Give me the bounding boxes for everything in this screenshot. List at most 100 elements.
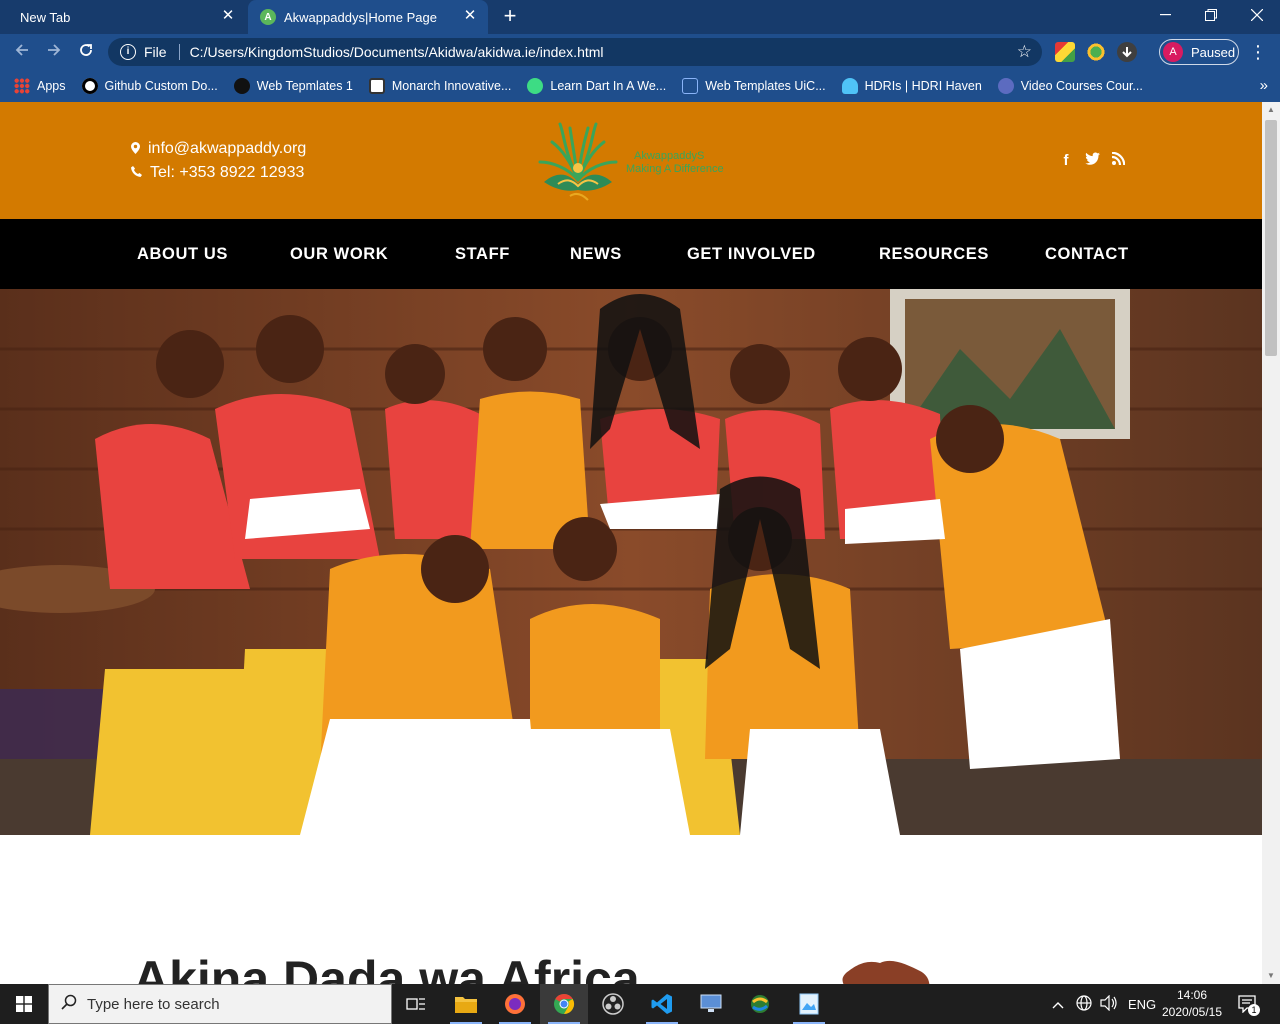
search-placeholder: Type here to search bbox=[87, 995, 220, 1013]
logo-name: AkwappaddyS bbox=[634, 150, 705, 162]
profile-button[interactable]: A Paused bbox=[1159, 39, 1239, 65]
task-view-icon bbox=[406, 998, 425, 1010]
nav-our-work[interactable]: OUR WORK bbox=[290, 245, 388, 264]
url-text[interactable]: C:/Users/KingdomStudios/Documents/Akidwa… bbox=[190, 44, 604, 60]
minimize-button[interactable] bbox=[1142, 0, 1188, 30]
browser-toolbar: i File C:/Users/KingdomStudios/Documents… bbox=[0, 34, 1280, 70]
maps-app-button[interactable] bbox=[736, 984, 784, 1024]
close-icon bbox=[1251, 9, 1263, 21]
monarch-icon bbox=[368, 78, 385, 94]
course-icon bbox=[997, 78, 1014, 94]
language-indicator[interactable]: ENG bbox=[1128, 997, 1156, 1012]
firefox-button[interactable] bbox=[491, 984, 539, 1024]
restore-icon bbox=[1205, 9, 1217, 21]
bookmark-hdri-haven[interactable]: HDRIs | HDRI Haven bbox=[841, 78, 982, 94]
scroll-down-icon[interactable]: ▼ bbox=[1262, 968, 1280, 984]
clock-time: 14:06 bbox=[1176, 988, 1208, 1002]
phone-icon bbox=[131, 166, 142, 180]
bookmark-learn-dart[interactable]: Learn Dart In A We... bbox=[527, 78, 666, 94]
extension-icon[interactable] bbox=[1055, 42, 1075, 62]
system-clock[interactable]: 14:06 2020/05/15 bbox=[1156, 987, 1228, 1021]
restore-button[interactable] bbox=[1188, 0, 1234, 30]
rss-icon[interactable] bbox=[1109, 151, 1127, 169]
template-icon bbox=[682, 78, 699, 94]
file-explorer-button[interactable] bbox=[442, 984, 490, 1024]
image-file-icon bbox=[799, 993, 819, 1015]
network-globe-icon[interactable] bbox=[1076, 994, 1092, 1014]
avatar: A bbox=[1163, 42, 1183, 62]
info-icon[interactable]: i bbox=[120, 44, 136, 60]
twitter-icon[interactable] bbox=[1083, 152, 1101, 169]
bookmark-label: Learn Dart In A We... bbox=[550, 79, 667, 93]
reload-button[interactable] bbox=[74, 40, 98, 64]
clock-date: 2020/05/15 bbox=[1161, 1005, 1223, 1019]
site-logo[interactable]: AkwappaddyS Making A Difference bbox=[530, 120, 740, 204]
start-button[interactable] bbox=[0, 984, 48, 1024]
image-viewer-button[interactable] bbox=[785, 984, 833, 1024]
nav-resources[interactable]: RESOURCES bbox=[879, 245, 989, 264]
minimize-icon bbox=[1159, 14, 1171, 16]
map-marker-icon bbox=[131, 141, 140, 157]
star-icon[interactable]: ☆ bbox=[1017, 42, 1032, 62]
browser-menu-button[interactable]: ⋮ bbox=[1248, 40, 1268, 64]
bird-icon bbox=[233, 78, 250, 94]
nav-get-involved[interactable]: GET INVOLVED bbox=[687, 245, 816, 264]
phone-text[interactable]: Tel: +353 8922 12933 bbox=[150, 164, 304, 182]
hdri-icon bbox=[841, 78, 858, 94]
nav-contact[interactable]: CONTACT bbox=[1045, 245, 1129, 264]
phone-contact[interactable]: Tel: +353 8922 12933 bbox=[131, 164, 304, 182]
group-photo-image bbox=[0, 289, 1262, 835]
system-tray: ENG bbox=[1052, 984, 1156, 1024]
bookmark-label: Video Courses Cour... bbox=[1020, 79, 1143, 93]
chevron-up-icon[interactable] bbox=[1052, 997, 1064, 1012]
bookmark-monarch[interactable]: Monarch Innovative... bbox=[368, 78, 512, 94]
chevron-right-icon[interactable]: » bbox=[1260, 77, 1268, 94]
remote-desktop-button[interactable] bbox=[687, 984, 735, 1024]
back-button[interactable] bbox=[10, 40, 34, 64]
arrow-down-icon bbox=[1122, 47, 1132, 58]
address-bar[interactable]: i File C:/Users/KingdomStudios/Documents… bbox=[108, 38, 1042, 66]
volume-icon[interactable] bbox=[1100, 994, 1118, 1014]
close-icon[interactable]: ✕ bbox=[462, 8, 478, 24]
bookmark-label: Apps bbox=[37, 79, 66, 93]
chrome-button[interactable] bbox=[540, 984, 588, 1024]
search-icon bbox=[61, 994, 77, 1015]
taskbar-search-input[interactable]: Type here to search bbox=[48, 984, 392, 1024]
email-contact[interactable]: info@akwappaddy.org bbox=[131, 140, 306, 158]
close-icon[interactable]: ✕ bbox=[220, 8, 236, 24]
bookmark-github[interactable]: Github Custom Do... bbox=[81, 78, 218, 94]
tab-akwappaddys-home[interactable]: A Akwappaddys|Home Page ✕ bbox=[248, 0, 488, 34]
obs-button[interactable] bbox=[589, 984, 637, 1024]
scrollbar-thumb[interactable] bbox=[1265, 120, 1277, 356]
download-icon[interactable] bbox=[1117, 42, 1137, 62]
logo-tagline: Making A Difference bbox=[626, 163, 724, 175]
nav-staff[interactable]: STAFF bbox=[455, 245, 510, 264]
forward-button[interactable] bbox=[42, 40, 66, 64]
close-window-button[interactable] bbox=[1234, 0, 1280, 30]
nav-about-us[interactable]: ABOUT US bbox=[137, 245, 228, 264]
apps-grid-icon bbox=[14, 78, 30, 94]
facebook-icon[interactable]: f bbox=[1057, 152, 1075, 169]
extension-icon[interactable] bbox=[1086, 42, 1106, 62]
scroll-up-icon[interactable]: ▲ bbox=[1262, 102, 1280, 118]
africa-map-icon bbox=[842, 960, 930, 984]
bookmark-web-templates-uic[interactable]: Web Templates UiC... bbox=[682, 78, 826, 94]
bookmark-label: Monarch Innovative... bbox=[391, 79, 512, 93]
email-text[interactable]: info@akwappaddy.org bbox=[148, 140, 306, 158]
bookmark-video-courses[interactable]: Video Courses Cour... bbox=[997, 78, 1143, 94]
new-tab-button[interactable]: + bbox=[498, 5, 522, 29]
site-favicon-icon: A bbox=[260, 9, 276, 25]
bookmark-label: Web Tepmlates 1 bbox=[256, 79, 353, 93]
bookmark-web-templates[interactable]: Web Tepmlates 1 bbox=[233, 78, 353, 94]
task-view-button[interactable] bbox=[392, 984, 440, 1024]
page-scrollbar[interactable]: ▲ ▼ bbox=[1262, 102, 1280, 984]
firefox-icon bbox=[505, 994, 525, 1014]
bookmark-apps[interactable]: Apps bbox=[14, 78, 66, 94]
tab-new-tab[interactable]: New Tab ✕ bbox=[0, 0, 246, 34]
windows-logo-icon bbox=[16, 996, 32, 1012]
hero-image bbox=[0, 289, 1262, 835]
tab-title: New Tab bbox=[20, 9, 71, 25]
vscode-button[interactable] bbox=[638, 984, 686, 1024]
nav-news[interactable]: NEWS bbox=[570, 245, 622, 264]
notifications-button[interactable]: 1 bbox=[1238, 984, 1260, 1024]
